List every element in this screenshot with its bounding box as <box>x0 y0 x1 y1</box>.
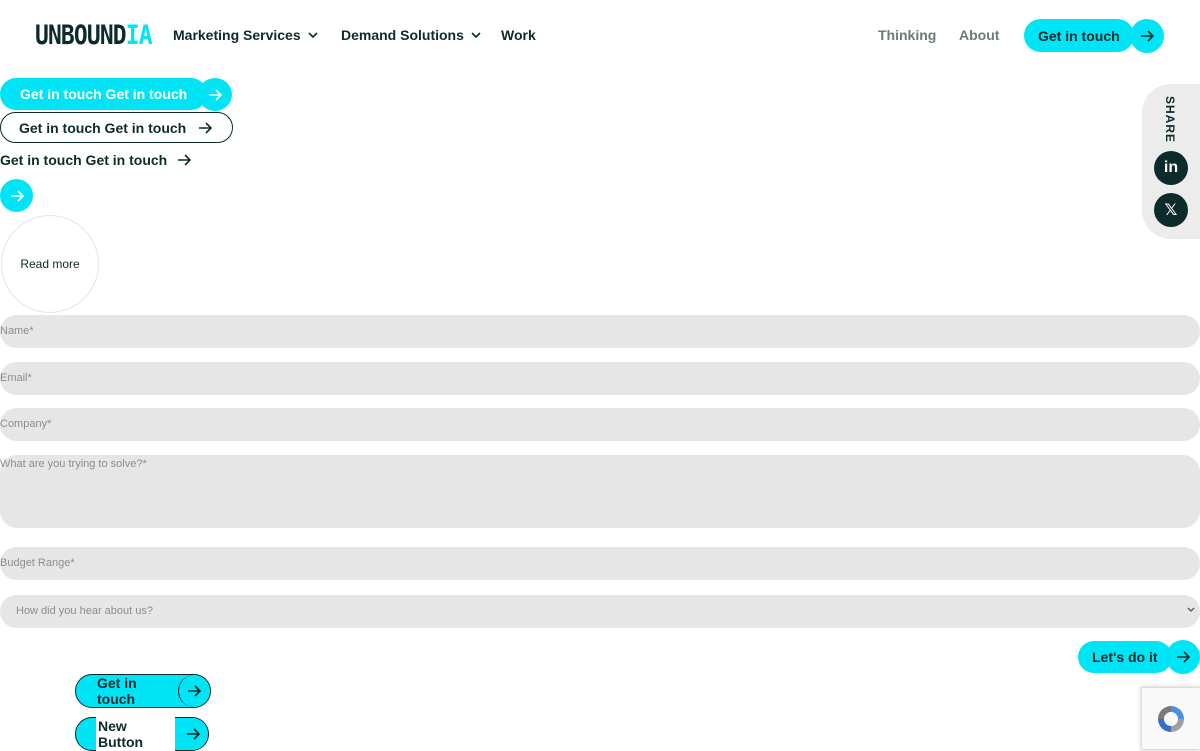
arrow-right-icon <box>1177 651 1191 663</box>
submit-label: Let's do it <box>1092 649 1158 665</box>
cta-label: Get in touch <box>1038 27 1120 44</box>
get-in-touch-button-outline[interactable]: Get in touch Get in touch <box>0 112 234 143</box>
arrow-circle <box>177 675 210 707</box>
nav-work[interactable]: Work <box>501 27 536 43</box>
arrow-circle <box>177 718 208 750</box>
x-icon: 𝕏 <box>1164 202 1178 219</box>
budget-placeholder: Budget Range* <box>0 557 75 569</box>
source-selected-value: How did you hear about us? <box>16 605 153 617</box>
x-share-button[interactable]: 𝕏 <box>1154 193 1188 227</box>
logo-accent: IA <box>125 20 153 51</box>
nav-cta-arrow[interactable] <box>1130 19 1164 53</box>
nav-thinking[interactable]: Thinking <box>878 27 936 43</box>
email-field[interactable]: Email* <box>0 362 1200 395</box>
button-label: Get in touch <box>97 675 137 707</box>
new-demo-button[interactable]: New Button <box>75 717 209 751</box>
arrow-right-icon <box>186 728 200 740</box>
source-select[interactable]: How did you hear about us? <box>0 595 1200 628</box>
share-label: SHARE <box>1163 96 1177 144</box>
nav-label: Marketing Services <box>173 27 301 43</box>
name-placeholder: Name* <box>0 325 34 337</box>
logo-main: UNBOUND <box>35 20 127 51</box>
read-more-label: Read more <box>20 257 80 271</box>
get-in-touch-demo-button[interactable]: Get in touch <box>75 674 211 708</box>
submit-arrow-button[interactable] <box>1166 640 1200 674</box>
button-label: Get in touch Get in touch <box>20 86 188 102</box>
get-in-touch-button-filled[interactable]: Get in touch Get in touch <box>0 78 208 110</box>
arrow-right-icon <box>10 189 24 202</box>
arrow-right-icon <box>178 154 192 166</box>
linkedin-icon: in <box>1163 159 1179 176</box>
budget-field[interactable]: Budget Range* <box>0 547 1200 580</box>
arrow-button[interactable] <box>198 78 232 111</box>
recaptcha-icon <box>1158 705 1184 732</box>
chevron-down-icon <box>1187 607 1195 612</box>
arrow-button-standalone[interactable] <box>0 179 33 212</box>
name-field[interactable]: Name* <box>0 315 1200 348</box>
arrow-right-icon <box>1141 30 1155 42</box>
read-more-button[interactable]: Read more <box>1 215 99 313</box>
chevron-down-icon <box>308 32 318 39</box>
chevron-down-icon <box>471 32 481 39</box>
arrow-right-icon <box>199 121 213 134</box>
get-in-touch-link[interactable]: Get in touch Get in touch <box>0 151 193 169</box>
arrow-right-icon <box>209 88 223 101</box>
nav-marketing-services[interactable]: Marketing Services <box>173 27 319 43</box>
email-placeholder: Email* <box>0 372 32 384</box>
arrow-right-icon <box>188 685 202 697</box>
nav-get-in-touch-button[interactable]: Get in touch <box>1024 19 1134 52</box>
company-placeholder: Company* <box>0 418 52 430</box>
problem-textarea[interactable]: What are you trying to solve?* <box>0 455 1200 528</box>
logo[interactable]: UNBOUNDIA <box>35 20 153 51</box>
nav-demand-solutions[interactable]: Demand Solutions <box>341 27 482 43</box>
button-label: Get in touch Get in touch <box>19 119 187 136</box>
problem-placeholder: What are you trying to solve?* <box>0 458 147 470</box>
nav-label: Demand Solutions <box>341 27 464 43</box>
button-label: Get in touch Get in touch <box>0 152 168 168</box>
company-field[interactable]: Company* <box>0 408 1200 441</box>
linkedin-share-button[interactable]: in <box>1154 151 1188 185</box>
submit-button[interactable]: Let's do it <box>1078 641 1172 673</box>
button-label: New Button <box>96 717 176 751</box>
recaptcha-badge[interactable] <box>1141 687 1200 750</box>
nav-label: Work <box>501 27 536 43</box>
nav-about[interactable]: About <box>959 27 999 43</box>
